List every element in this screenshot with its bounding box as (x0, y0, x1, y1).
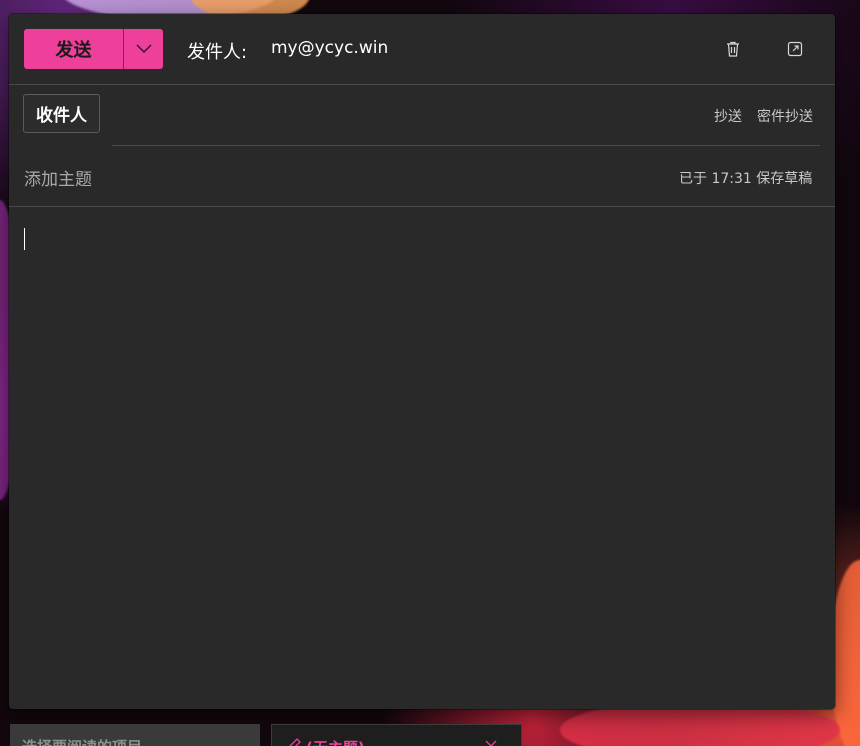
popout-button[interactable] (782, 36, 808, 62)
draft-tab[interactable]: (无主题) (271, 724, 522, 746)
send-button[interactable]: 发送 (24, 29, 123, 69)
to-button[interactable]: 收件人 (23, 94, 100, 133)
draft-tab-label: (无主题) (306, 737, 365, 746)
from-address-selector[interactable]: my@ycyc.win (271, 38, 388, 58)
pencil-icon (289, 738, 301, 746)
close-icon[interactable] (484, 739, 498, 746)
text-caret (24, 228, 25, 250)
from-label: 发件人: (187, 42, 248, 63)
draft-saved-status: 已于 17:31 保存草稿 (679, 171, 813, 187)
chevron-down-icon (135, 44, 152, 54)
cc-button[interactable]: 抄送 (714, 106, 742, 126)
message-body-editor[interactable] (9, 207, 835, 709)
send-split-button: 发送 (24, 29, 163, 69)
compose-window: 发送 发件人: my@ycyc.win 收件人 抄送 密件抄送 添加主题 已于 … (9, 14, 835, 709)
popout-icon (787, 41, 803, 57)
header-divider (9, 84, 835, 85)
send-options-button[interactable] (124, 29, 163, 69)
bcc-button[interactable]: 密件抄送 (757, 106, 813, 126)
subject-input[interactable]: 添加主题 (24, 165, 92, 190)
trash-icon (727, 41, 739, 57)
recipient-divider (112, 145, 820, 146)
reading-pane-hint: 选择要阅读的项目 (10, 724, 260, 746)
discard-button[interactable] (720, 36, 746, 62)
